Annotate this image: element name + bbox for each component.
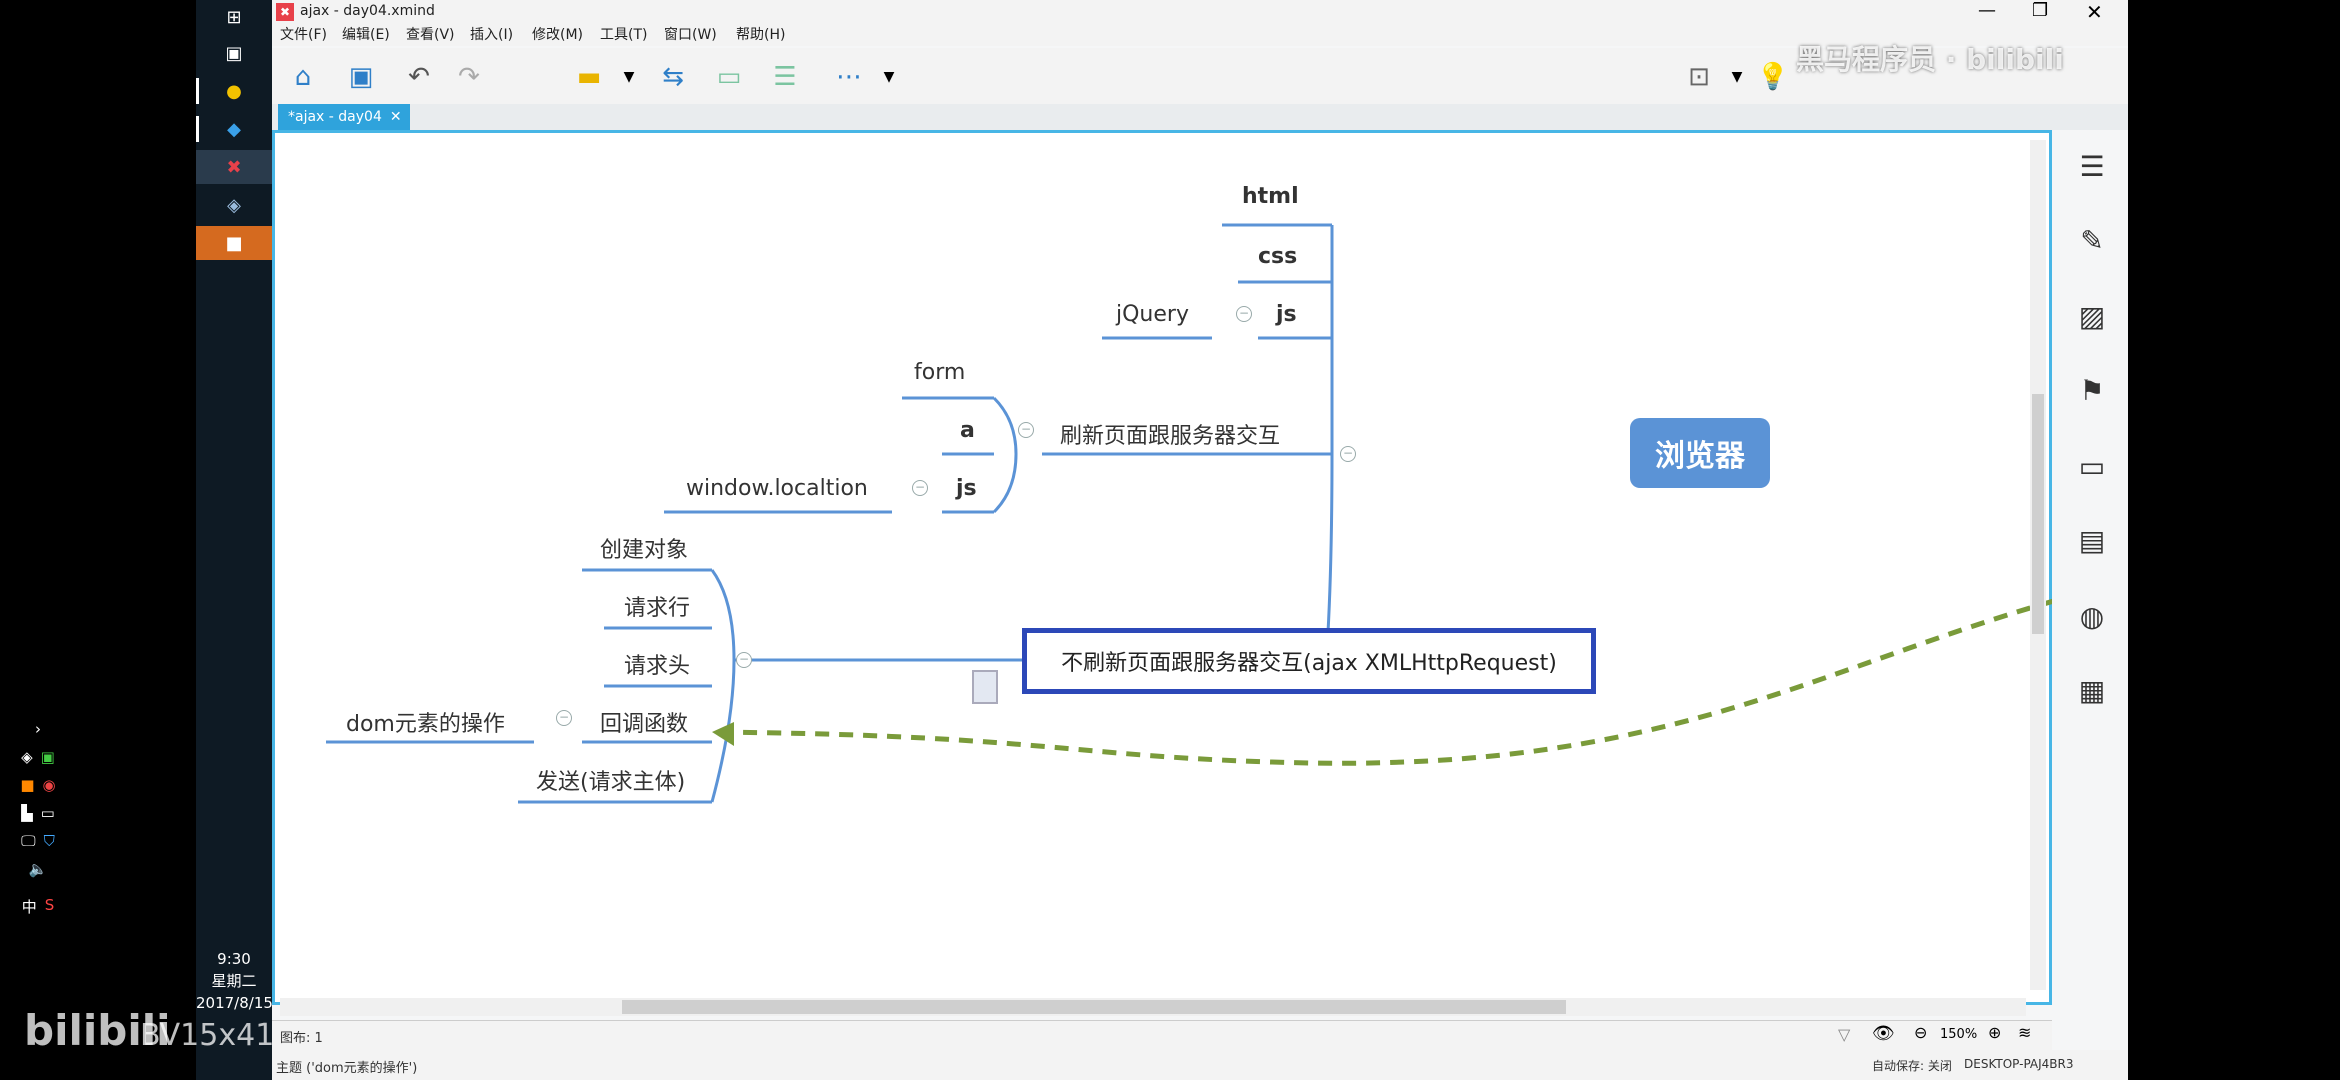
zoom-out-icon[interactable]: ⊖	[1914, 1023, 1927, 1042]
computer-name: DESKTOP-PAJ4BR3	[1964, 1057, 2074, 1071]
topic-js2[interactable]: js	[956, 476, 977, 501]
tray-row-1: ◈ ▣	[0, 748, 76, 766]
horizontal-scroll-thumb[interactable]	[622, 1000, 1566, 1014]
topic-css[interactable]: css	[1258, 244, 1297, 269]
xmind-window: ✖ ajax - day04.xmind — ❐ ✕ 文件(F) 编辑(E) 查…	[272, 0, 2128, 1080]
save-app-icon[interactable]: ▣	[216, 38, 252, 68]
topic-jquery[interactable]: jQuery	[1116, 302, 1189, 327]
shield-icon[interactable]: ⛉	[44, 832, 55, 850]
outline-icon[interactable]: ☰	[2072, 146, 2112, 186]
eye-icon[interactable]: 👁	[1872, 1023, 1895, 1044]
vscode-icon[interactable]: ◆	[216, 114, 252, 144]
fit-icon[interactable]: ≋	[2018, 1023, 2031, 1042]
topic-ajax-selected[interactable]: 不刷新页面跟服务器交互(ajax XMLHttpRequest)	[1022, 628, 1596, 694]
relationship-arrow	[712, 722, 734, 746]
tray-app-icon[interactable]: ◉	[43, 776, 56, 794]
collapse-callback-icon[interactable]: −	[556, 710, 572, 726]
topic-send[interactable]: 发送(请求主体)	[536, 764, 685, 796]
app-orange-icon[interactable]: ■	[216, 228, 252, 258]
xmind-icon[interactable]: ✖	[216, 152, 252, 182]
topic-refresh[interactable]: 刷新页面跟服务器交互	[1060, 418, 1280, 450]
collapse-js2-icon[interactable]: −	[912, 480, 928, 496]
sheet-label[interactable]: 图布: 1	[280, 1027, 323, 1046]
close-icon[interactable]: ✕	[2086, 0, 2103, 24]
topic-request-line[interactable]: 请求行	[624, 590, 690, 622]
tray-row-2: ■ ◉	[0, 776, 76, 794]
selected-topic-status: 主题 ('dom元素的操作')	[276, 1061, 418, 1076]
zoom-in-icon[interactable]: ⊕	[1988, 1023, 2001, 1042]
topic-form[interactable]: form	[914, 360, 965, 385]
marker-flag-icon[interactable]: ⚑	[2072, 370, 2112, 410]
topic-dom-operation[interactable]: dom元素的操作	[346, 706, 505, 738]
clock-time[interactable]: 9:30	[196, 948, 272, 970]
tray-row-3: ▙ ▭	[0, 804, 76, 822]
windows-start-icon[interactable]: ⊞	[216, 2, 252, 32]
connector-refresh	[992, 396, 1018, 514]
battery-icon[interactable]: ▭	[41, 804, 55, 822]
right-panel	[2056, 130, 2128, 1050]
filter-icon[interactable]: ▽	[1838, 1025, 1850, 1044]
topic-window-location[interactable]: window.localtion	[686, 476, 868, 501]
collapse-refresh-icon[interactable]: −	[1018, 422, 1034, 438]
taskbar-running-indicator	[196, 116, 199, 142]
task-icon[interactable]: ▦	[2072, 670, 2112, 710]
format-brush-icon[interactable]: ✎	[2072, 220, 2112, 260]
taskbar-running-indicator	[196, 78, 199, 104]
video-id-watermark: BV15x41	[140, 1018, 275, 1053]
connector-browser	[1322, 224, 1334, 691]
clock-weekday[interactable]: 星期二	[196, 970, 272, 992]
volume-icon[interactable]: 🔈	[0, 860, 76, 878]
notes-icon[interactable]: ▤	[2072, 520, 2112, 560]
tray-app-icon[interactable]: ■	[20, 776, 34, 794]
collapse-browser-icon[interactable]: −	[1340, 446, 1356, 462]
drag-handle[interactable]	[972, 670, 998, 704]
vertical-scroll-thumb[interactable]	[2032, 394, 2044, 634]
central-topic[interactable]: 浏览器	[1630, 418, 1770, 488]
chrome-icon[interactable]: ●	[216, 76, 252, 106]
topic-request-header[interactable]: 请求头	[624, 648, 690, 680]
topic-a[interactable]: a	[960, 418, 975, 443]
network-icon[interactable]: 🖵	[21, 832, 35, 850]
ime-indicator[interactable]: 中	[22, 896, 37, 917]
app-icon[interactable]: ◈	[216, 190, 252, 220]
tray-expand-icon[interactable]: ›	[0, 720, 76, 738]
collapse-js-icon[interactable]: −	[1236, 306, 1252, 322]
tray-row-5: 中S	[0, 896, 76, 917]
tray-row-4: 🖵 ⛉	[0, 832, 76, 850]
mindmap-lines	[326, 223, 2052, 804]
autosave-status[interactable]: 自动保存: 关闭	[1872, 1057, 1952, 1074]
topic-js[interactable]: js	[1276, 302, 1297, 327]
topic-html[interactable]: html	[1242, 184, 1299, 209]
connector-ajax	[710, 569, 736, 803]
clock-date[interactable]: 2017/8/15	[196, 992, 273, 1014]
tray-app-icon[interactable]: ◈	[21, 748, 33, 766]
zoom-level[interactable]: 150%	[1940, 1027, 1977, 1042]
bottom-bar: 主题 ('dom元素的操作') 自动保存: 关闭 DESKTOP-PAJ4BR3	[272, 1050, 2128, 1080]
status-bar: 图布: 1 ▽ 👁 ⊖ 150% ⊕ ≋	[272, 1020, 2052, 1051]
image-icon[interactable]: ▨	[2072, 296, 2112, 336]
brand-watermark: 黑马程序员 · bilibili	[1796, 43, 2064, 76]
tray-app-icon[interactable]: ▣	[41, 748, 55, 766]
topic-callback[interactable]: 回调函数	[600, 706, 688, 738]
comment-icon[interactable]: ◍	[2072, 596, 2112, 636]
collapse-ajax-icon[interactable]: −	[736, 652, 752, 668]
tray-app-icon[interactable]: ▙	[21, 804, 33, 822]
label-icon[interactable]: ▭	[2072, 446, 2112, 486]
sogou-icon[interactable]: S	[45, 896, 55, 917]
topic-create-object[interactable]: 创建对象	[600, 532, 688, 564]
